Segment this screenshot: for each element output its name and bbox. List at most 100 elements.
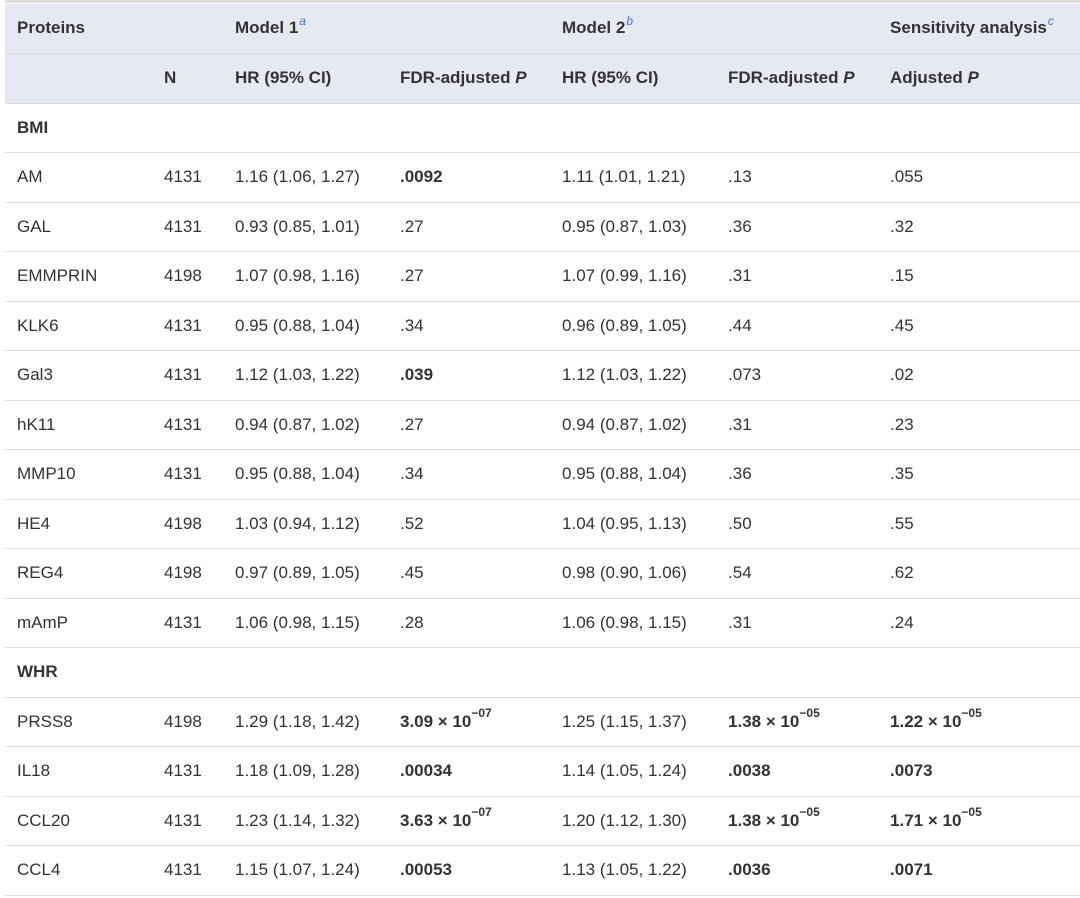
cell-protein: GAL	[5, 202, 152, 252]
table-header: Proteins Model 1a Model 2b Sensitivity a…	[5, 4, 1080, 104]
table-row: CCL4 4131 1.15 (1.07, 1.24) .00053 1.13 (1.0…	[5, 845, 1080, 896]
header-proteins: Proteins	[5, 4, 152, 54]
cell-protein: EMMPRIN	[5, 251, 152, 302]
cell-hr-model-1: 1.16 (1.06, 1.27)	[223, 152, 388, 203]
cell-adjusted-p: .15	[878, 251, 1080, 302]
cell-fdr-model-1: .27	[388, 251, 551, 302]
cell-hr-model-2: 1.11 (1.01, 1.21)	[550, 152, 717, 203]
table-row: IL18 4131 1.18 (1.09, 1.28) .00034 1.14 (1.0…	[5, 746, 1080, 797]
cell-hr-model-2: 1.06 (0.98, 1.15)	[550, 598, 717, 648]
cell-fdr-model-1: .28	[388, 598, 551, 648]
results-table: Proteins Model 1a Model 2b Sensitivity a…	[5, 4, 1080, 896]
cell-fdr-model-2: 1.38 × 10−05	[716, 796, 879, 846]
cell-hr-model-1: 0.95 (0.88, 1.04)	[223, 301, 388, 351]
table-row: KLK6 4131 0.95 (0.88, 1.04) .34 0.96 (0.89, …	[5, 301, 1080, 351]
header-adjusted-p: Adjusted P	[878, 53, 1080, 104]
header-blank	[152, 4, 223, 54]
cell-hr-model-2: 1.07 (0.99, 1.16)	[550, 251, 717, 302]
cell-fdr-model-2: .0036	[716, 845, 879, 896]
cell-protein: CCL4	[5, 845, 152, 896]
table-row: PRSS8 4198 1.29 (1.18, 1.42) 3.09 × 10−07 1.…	[5, 697, 1080, 747]
cell-fdr-model-2: .0038	[716, 746, 879, 797]
cell-n: 4198	[152, 697, 223, 747]
cell-fdr-model-1: .00034	[388, 746, 551, 797]
cell-fdr-model-1: .34	[388, 301, 551, 351]
cell-n: 4131	[152, 202, 223, 252]
header-row-groups: Proteins Model 1a Model 2b Sensitivity a…	[5, 4, 1080, 54]
table-row: GAL 4131 0.93 (0.85, 1.01) .27 0.95 (0.87, 1…	[5, 202, 1080, 252]
cell-hr-model-1: 1.07 (0.98, 1.16)	[223, 251, 388, 302]
cell-fdr-model-1: .0092	[388, 152, 551, 203]
cell-fdr-model-2: 1.38 × 10−05	[716, 697, 879, 747]
section-row: WHR	[5, 647, 1080, 698]
cell-hr-model-2: 1.13 (1.05, 1.22)	[550, 845, 717, 896]
footnote-c[interactable]: c	[1048, 14, 1054, 28]
cell-fdr-model-2: .54	[716, 548, 879, 599]
section-row: BMI	[5, 103, 1080, 153]
cell-adjusted-p: .0073	[878, 746, 1080, 797]
cell-protein: KLK6	[5, 301, 152, 351]
cell-hr-model-2: 1.12 (1.03, 1.22)	[550, 350, 717, 401]
table-row: AM 4131 1.16 (1.06, 1.27) .0092 1.11 (1.01, …	[5, 152, 1080, 203]
cell-fdr-model-1: .52	[388, 499, 551, 549]
cell-hr-model-1: 1.15 (1.07, 1.24)	[223, 845, 388, 896]
exponent: −05	[799, 705, 820, 720]
footnote-a[interactable]: a	[299, 14, 306, 28]
header-n: N	[152, 53, 223, 104]
cell-adjusted-p: .35	[878, 449, 1080, 500]
cell-hr-model-1: 1.06 (0.98, 1.15)	[223, 598, 388, 648]
cell-fdr-model-2: .31	[716, 400, 879, 450]
header-fdr-model-1: FDR-adjusted P	[388, 53, 551, 104]
cell-adjusted-p: .32	[878, 202, 1080, 252]
cell-protein: HE4	[5, 499, 152, 549]
header-hr-model-2: HR (95% CI)	[550, 53, 717, 104]
cell-hr-model-2: 1.14 (1.05, 1.24)	[550, 746, 717, 797]
table-row: EMMPRIN 4198 1.07 (0.98, 1.16) .27 1.07 (0.9…	[5, 251, 1080, 302]
cell-hr-model-1: 0.97 (0.89, 1.05)	[223, 548, 388, 599]
cell-hr-model-1: 0.94 (0.87, 1.02)	[223, 400, 388, 450]
cell-hr-model-1: 0.95 (0.88, 1.04)	[223, 449, 388, 500]
cell-fdr-model-2: .36	[716, 449, 879, 500]
cell-adjusted-p: .23	[878, 400, 1080, 450]
header-sensitivity-analysis: Sensitivity analysisc	[878, 4, 1080, 54]
table-row: hK11 4131 0.94 (0.87, 1.02) .27 0.94 (0.87, …	[5, 400, 1080, 450]
cell-fdr-model-2: .13	[716, 152, 879, 203]
cell-hr-model-2: 0.94 (0.87, 1.02)	[550, 400, 717, 450]
cell-hr-model-2: 0.95 (0.87, 1.03)	[550, 202, 717, 252]
cell-adjusted-p: 1.71 × 10−05	[878, 796, 1080, 846]
footnote-b[interactable]: b	[626, 14, 633, 28]
cell-n: 4198	[152, 548, 223, 599]
cell-protein: Gal3	[5, 350, 152, 401]
header-model-2: Model 2b	[550, 4, 879, 54]
cell-fdr-model-1: 3.63 × 10−07	[388, 796, 551, 846]
table-row: Gal3 4131 1.12 (1.03, 1.22) .039 1.12 (1.03,…	[5, 350, 1080, 401]
table-row: CCL20 4131 1.23 (1.14, 1.32) 3.63 × 10−07 1.…	[5, 796, 1080, 846]
cell-protein: CCL20	[5, 796, 152, 846]
cell-hr-model-1: 1.12 (1.03, 1.22)	[223, 350, 388, 401]
cell-adjusted-p: .24	[878, 598, 1080, 648]
cell-hr-model-1: 1.03 (0.94, 1.12)	[223, 499, 388, 549]
cell-n: 4131	[152, 845, 223, 896]
cell-fdr-model-1: .27	[388, 202, 551, 252]
exponent: −07	[471, 705, 492, 720]
cell-hr-model-2: 0.96 (0.89, 1.05)	[550, 301, 717, 351]
cell-fdr-model-2: .50	[716, 499, 879, 549]
cell-fdr-model-2: .36	[716, 202, 879, 252]
cell-fdr-model-1: .27	[388, 400, 551, 450]
cell-hr-model-1: 0.93 (0.85, 1.01)	[223, 202, 388, 252]
cell-n: 4198	[152, 499, 223, 549]
cell-hr-model-2: 1.04 (0.95, 1.13)	[550, 499, 717, 549]
table-body: BMI AM 4131 1.16 (1.06, 1.27) .0092 1.11 (1.0…	[5, 103, 1080, 896]
cell-adjusted-p: .62	[878, 548, 1080, 599]
table-row: REG4 4198 0.97 (0.89, 1.05) .45 0.98 (0.90, …	[5, 548, 1080, 599]
cell-hr-model-2: 0.98 (0.90, 1.06)	[550, 548, 717, 599]
table-row: HE4 4198 1.03 (0.94, 1.12) .52 1.04 (0.95, 1…	[5, 499, 1080, 549]
cell-n: 4131	[152, 746, 223, 797]
table-row: mAmP 4131 1.06 (0.98, 1.15) .28 1.06 (0.98, …	[5, 598, 1080, 648]
cell-n: 4131	[152, 152, 223, 203]
top-border	[5, 0, 1080, 3]
exponent: −05	[961, 705, 982, 720]
header-fdr-model-2: FDR-adjusted P	[716, 53, 879, 104]
cell-n: 4131	[152, 350, 223, 401]
header-row-columns: N HR (95% CI) FDR-adjusted P HR (95% CI)…	[5, 53, 1080, 104]
